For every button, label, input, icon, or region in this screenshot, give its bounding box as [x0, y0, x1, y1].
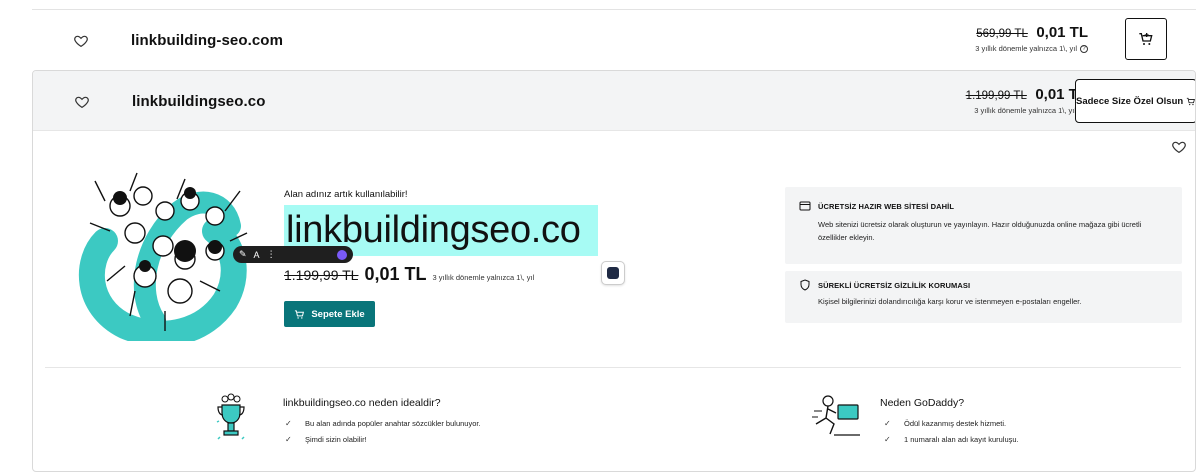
heart-icon[interactable]	[74, 94, 90, 110]
cart-icon	[1187, 97, 1195, 105]
feature-title: ÜCRETSİZ HAZIR WEB SİTESİ DAHİL	[818, 202, 955, 211]
old-price: 1.199,99 TL	[284, 267, 359, 283]
make-it-yours-label: Sadece Size Özel Olsun	[1076, 95, 1184, 107]
new-price: 0,01 TL	[364, 264, 427, 284]
check-icon: ✓	[884, 418, 891, 428]
old-price: 569,99 TL	[976, 28, 1028, 40]
check-icon: ✓	[285, 418, 292, 428]
price-block: 1.199,99 TL 0,01 TL 3 yıllık dönemle yal…	[966, 86, 1087, 115]
domain-row-1: linkbuilding-seo.com 569,99 TL 0,01 TL 3…	[32, 10, 1196, 68]
cart-icon	[295, 309, 305, 319]
availability-message: Alan adınız artık kullanılabilir!	[284, 189, 408, 200]
heart-icon[interactable]	[1171, 139, 1187, 155]
domain-name[interactable]: linkbuildingseo.co	[132, 93, 265, 110]
add-to-cart-button[interactable]	[1125, 18, 1167, 60]
info-icon[interactable]: ?	[1080, 44, 1088, 53]
translate-icon[interactable]: A	[254, 250, 260, 260]
domain-name[interactable]: linkbuilding-seo.com	[131, 32, 283, 49]
price-note: 3 yıllık dönemle yalnızca 1\, yıl ?	[966, 106, 1087, 115]
more-icon[interactable]: ⋮	[267, 249, 276, 260]
list-item-text: Şimdi sizin olabilir!	[305, 434, 367, 444]
list-item: ✓ Bu alan adında popüler anahtar sözcükl…	[285, 415, 481, 431]
browser-icon	[799, 200, 811, 212]
feature-desc: Web sitenizi ücretsiz olarak oluşturun v…	[818, 220, 1142, 242]
list-item-text: 1 numaralı alan adı kayıt kuruluşu.	[904, 434, 1019, 444]
shield-icon	[799, 279, 811, 291]
list-item: ✓ Şimdi sizin olabilir!	[285, 431, 481, 447]
celebration-illustration	[65, 171, 255, 347]
price-note: 3 yıllık dönemle yalnızca 1\, yıl	[432, 273, 535, 282]
make-it-yours-button[interactable]: Sadece Size Özel Olsun	[1075, 79, 1195, 123]
why-godaddy-title: Neden GoDaddy?	[880, 397, 965, 409]
floating-text-toolbar: ✎ A ⋮	[233, 246, 353, 263]
heart-icon[interactable]	[73, 33, 89, 49]
why-godaddy-list: ✓ Ödül kazanmış destek hizmeti. ✓ 1 numa…	[884, 415, 1019, 447]
assistant-icon[interactable]	[337, 249, 347, 260]
feature-free-website: ÜCRETSİZ HAZIR WEB SİTESİ DAHİL Web site…	[785, 187, 1182, 264]
list-item-text: Ödül kazanmış destek hizmeti.	[904, 418, 1007, 428]
extension-icon[interactable]	[601, 261, 625, 285]
list-item: ✓ 1 numaralı alan adı kayıt kuruluşu.	[884, 431, 1019, 447]
selected-domain-card: linkbuildingseo.co 1.199,99 TL 0,01 TL 3…	[32, 70, 1196, 472]
new-price: 0,01 TL	[1036, 24, 1088, 41]
section-divider	[45, 367, 1181, 368]
price-note: 3 yıllık dönemle yalnızca 1\, yıl ?	[975, 44, 1088, 53]
why-ideal-list: ✓ Bu alan adında popüler anahtar sözcükl…	[285, 415, 481, 447]
trophy-icon	[216, 391, 246, 443]
old-price: 1.199,99 TL	[965, 90, 1027, 102]
check-icon: ✓	[884, 434, 891, 444]
list-item: ✓ Ödül kazanmış destek hizmeti.	[884, 415, 1019, 431]
list-item-text: Bu alan adında popüler anahtar sözcükler…	[305, 418, 481, 428]
add-to-cart-label: Sepete Ekle	[311, 308, 365, 320]
pencil-icon[interactable]: ✎	[239, 249, 247, 260]
runner-illustration	[812, 391, 862, 439]
price-note-text: 3 yıllık dönemle yalnızca 1\, yıl	[975, 44, 1077, 53]
card-header: linkbuildingseo.co 1.199,99 TL 0,01 TL 3…	[33, 71, 1195, 131]
why-ideal-title: linkbuildingseo.co neden idealdir?	[283, 397, 441, 409]
feature-desc: Kişisel bilgilerinizi dolandırıcılığa ka…	[818, 297, 1082, 306]
price-note-text: 3 yıllık dönemle yalnızca 1\, yıl	[974, 106, 1076, 115]
feature-privacy: SÜREKLİ ÜCRETSİZ GİZLİLİK KORUMASI Kişis…	[785, 271, 1182, 323]
add-to-cart-button[interactable]: Sepete Ekle	[284, 301, 375, 327]
selected-price: 1.199,99 TL 0,01 TL 3 yıllık dönemle yal…	[284, 264, 534, 285]
feature-title: SÜREKLİ ÜCRETSİZ GİZLİLİK KORUMASI	[818, 281, 971, 290]
cart-icon	[1139, 33, 1153, 45]
price-block: 569,99 TL 0,01 TL 3 yıllık dönemle yalnı…	[975, 24, 1088, 53]
check-icon: ✓	[285, 434, 292, 444]
